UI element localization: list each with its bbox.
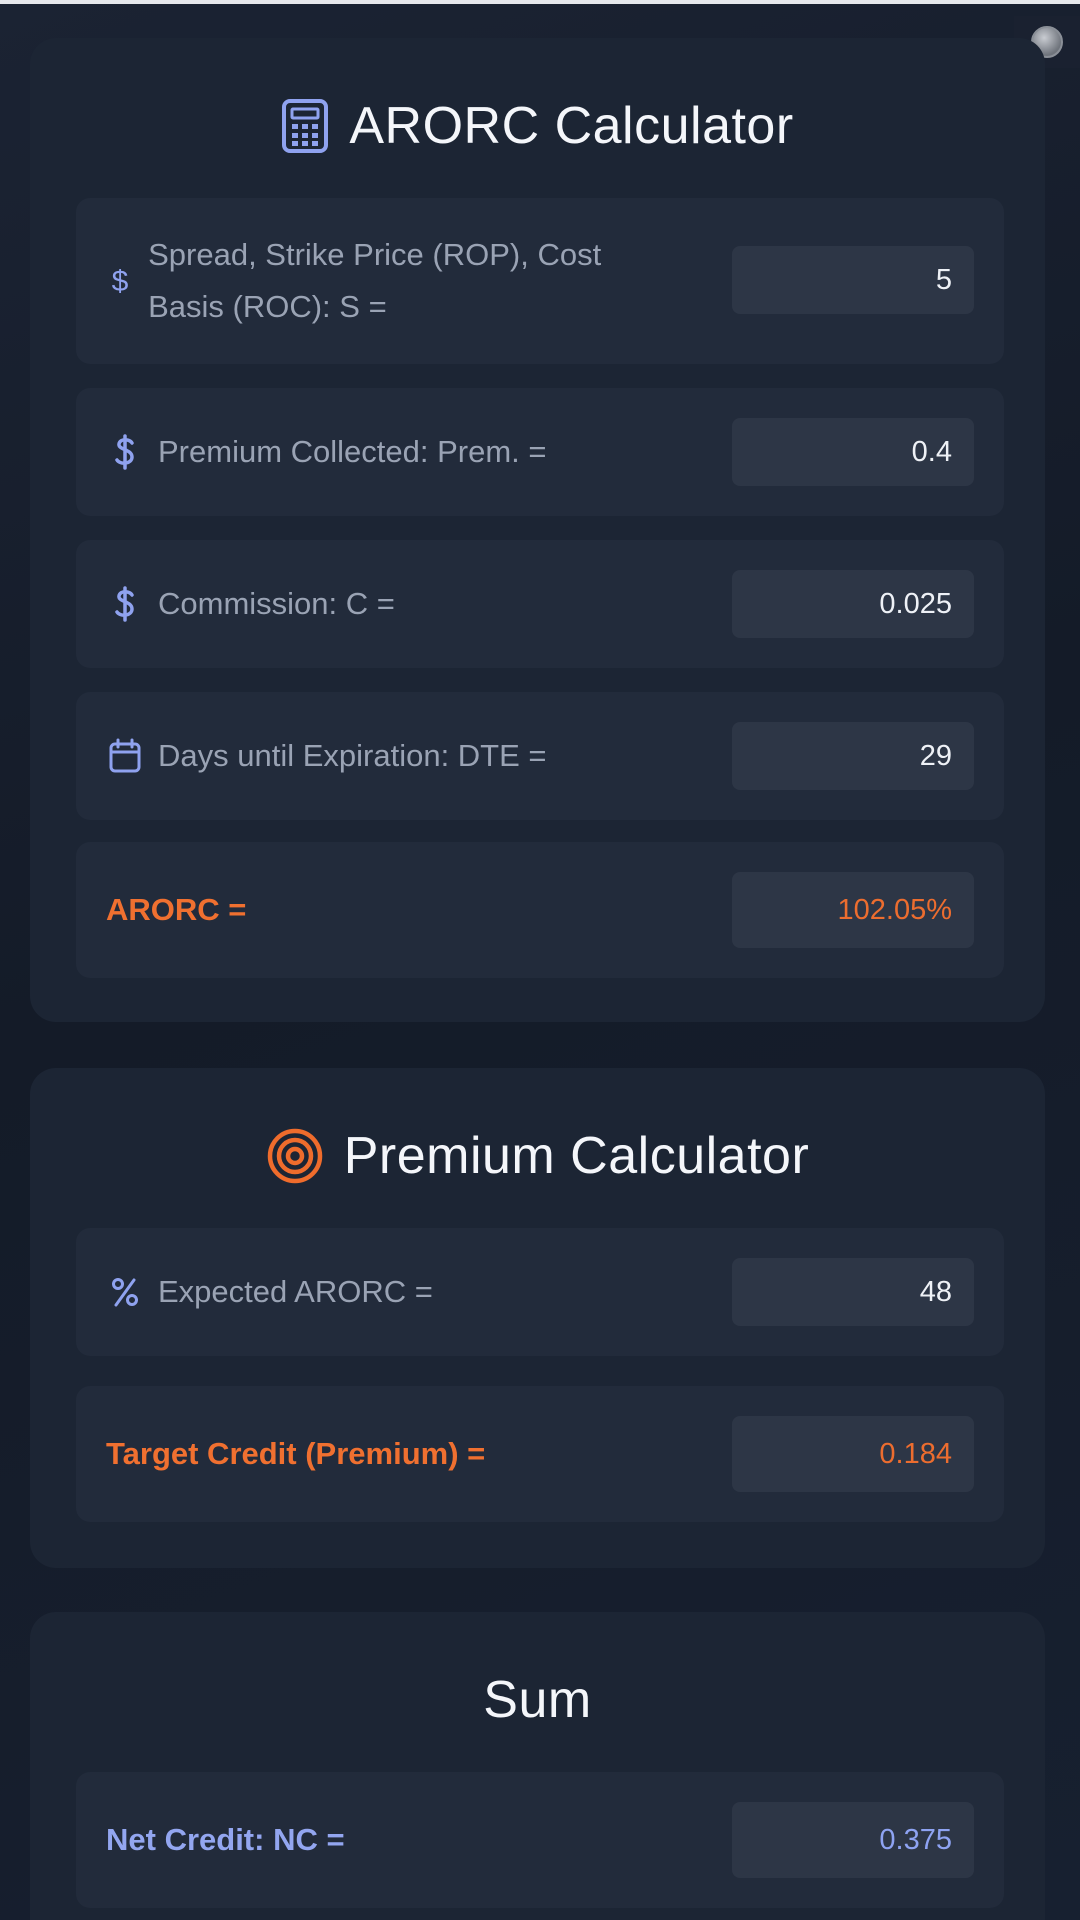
commission-label-wrap: Commission: C = [106,540,395,668]
commission-row: Commission: C = 0.025 [76,540,1004,668]
calculator-icon [281,98,329,154]
sum-header: Sum [30,1660,1045,1740]
arorc-calculator-header: ARORC Calculator [30,86,1045,166]
expected-arorc-row: Expected ARORC = 48 [76,1228,1004,1356]
commission-label: Commission: C = [158,586,395,621]
page: ARORC Calculator $ Spread, Strike Price … [0,0,1080,1920]
calendar-icon [106,738,144,774]
expected-arorc-label: Expected ARORC = [158,1274,433,1309]
spread-label-wrap: $ Spread, Strike Price (ROP), Cost Basis… [106,198,666,364]
premium-collected-label-wrap: Premium Collected: Prem. = [106,388,546,516]
sum-card: Sum Net Credit: NC = 0.375 [30,1612,1045,1920]
sum-title: Sum [483,1671,592,1729]
net-credit-label: Net Credit: NC = [106,1822,345,1857]
dollar-icon: $ [106,264,134,298]
expected-arorc-input[interactable]: 48 [732,1258,974,1326]
premium-collected-input[interactable]: 0.4 [732,418,974,486]
target-credit-row: Target Credit (Premium) = 0.184 [76,1386,1004,1522]
net-credit-output: 0.375 [732,1802,974,1878]
spread-row: $ Spread, Strike Price (ROP), Cost Basis… [76,198,1004,364]
dollar-icon [106,432,144,472]
dte-label-wrap: Days until Expiration: DTE = [106,692,547,820]
spread-input[interactable]: 5 [732,246,974,314]
premium-calculator-header: Premium Calculator [30,1116,1045,1196]
commission-input[interactable]: 0.025 [732,570,974,638]
premium-calculator-card: Premium Calculator Expected ARORC = 48 T… [30,1068,1045,1568]
arorc-calculator-card: ARORC Calculator $ Spread, Strike Price … [30,38,1045,1022]
net-credit-row: Net Credit: NC = 0.375 [76,1772,1004,1908]
dte-row: Days until Expiration: DTE = 29 [76,692,1004,820]
dollar-icon [106,584,144,624]
premium-calculator-title: Premium Calculator [343,1127,810,1185]
premium-collected-row: Premium Collected: Prem. = 0.4 [76,388,1004,516]
expected-arorc-label-wrap: Expected ARORC = [106,1228,433,1356]
premium-collected-label: Premium Collected: Prem. = [158,434,547,469]
target-credit-output: 0.184 [732,1416,974,1492]
arorc-result-row: ARORC = 102.05% [76,842,1004,978]
arorc-calculator-title: ARORC Calculator [349,97,794,155]
target-icon [266,1127,324,1185]
percent-icon [106,1275,144,1309]
svg-text:$: $ [112,265,129,298]
dte-input[interactable]: 29 [732,722,974,790]
dte-label: Days until Expiration: DTE = [158,738,547,773]
spread-label: Spread, Strike Price (ROP), Cost Basis (… [148,237,602,324]
target-credit-label: Target Credit (Premium) = [106,1436,486,1471]
arorc-result-label: ARORC = [106,892,247,927]
arorc-result-output: 102.05% [732,872,974,948]
